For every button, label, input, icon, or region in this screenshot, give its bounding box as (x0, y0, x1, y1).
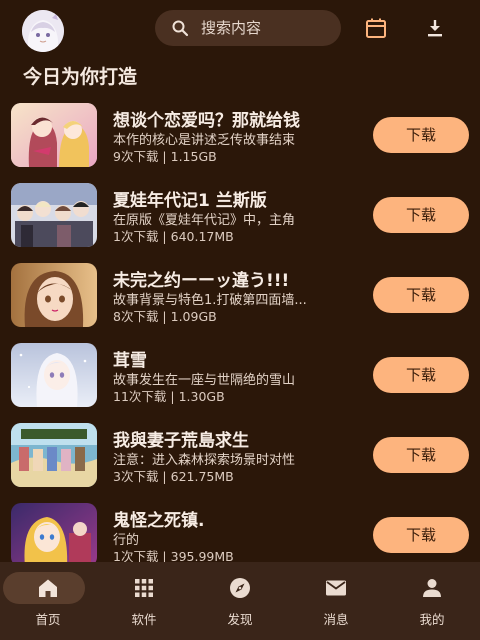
game-title[interactable]: 鬼怪之死镇. (113, 506, 365, 531)
list-item[interactable]: 夏娃年代记1 兰斯版 在原版《夏娃年代记》中，主角 1次下载 | 640.17M… (0, 176, 480, 256)
game-meta: 11次下载 | 1.30GB (113, 389, 225, 404)
nav-item-messages[interactable]: 消息 (288, 562, 384, 640)
grid-icon (96, 576, 192, 600)
download-icon[interactable] (423, 16, 447, 40)
nav-label: 我的 (419, 612, 445, 627)
nav-item-profile[interactable]: 我的 (384, 562, 480, 640)
calendar-icon[interactable] (364, 16, 388, 40)
download-button[interactable]: 下载 (373, 517, 469, 553)
nav-label: 软件 (131, 612, 157, 627)
nav-item-home[interactable]: 首页 (0, 562, 96, 640)
list-item[interactable]: 想谈个恋爱吗？那就给钱 本作的核心是讲述乏传故事结束 9次下载 | 1.15GB… (0, 96, 480, 176)
person-icon (384, 576, 480, 600)
avatar[interactable] (22, 10, 64, 52)
game-title[interactable]: 茸雪 (113, 346, 365, 371)
nav-label: 发现 (227, 612, 253, 627)
download-button[interactable]: 下载 (373, 117, 469, 153)
section-title: 今日为你打造 (23, 66, 138, 88)
game-cover-image[interactable] (11, 263, 97, 327)
mail-icon (288, 576, 384, 600)
top-bar (0, 0, 480, 56)
download-button[interactable]: 下载 (373, 197, 469, 233)
bottom-navigation: 首页 软件 发现 消息 我的 (0, 562, 480, 640)
game-meta: 8次下载 | 1.09GB (113, 309, 217, 324)
game-title[interactable]: 未完之约ーーッ違う!!! (113, 266, 365, 291)
game-meta: 3次下载 | 621.75MB (113, 469, 234, 484)
game-cover-image[interactable] (11, 503, 97, 567)
nav-label: 首页 (35, 612, 61, 627)
nav-item-discover[interactable]: 发现 (192, 562, 288, 640)
app-screen: 今日为你打造 想谈个恋爱吗？那就给钱 本作的核心是讲述乏传故事 (0, 0, 480, 640)
home-icon (0, 576, 96, 600)
search-icon (171, 19, 189, 37)
game-cover-image[interactable] (11, 103, 97, 167)
download-button[interactable]: 下载 (373, 357, 469, 393)
list-item[interactable]: 未完之约ーーッ違う!!! 故事背景与特色1.打破第四面墙... 8次下载 | 1… (0, 256, 480, 336)
download-button[interactable]: 下载 (373, 437, 469, 473)
compass-icon (192, 576, 288, 600)
game-cover-image[interactable] (11, 343, 97, 407)
download-button[interactable]: 下载 (373, 277, 469, 313)
nav-label: 消息 (323, 612, 349, 627)
nav-item-software[interactable]: 软件 (96, 562, 192, 640)
search-bar[interactable] (155, 10, 341, 46)
search-input[interactable] (201, 19, 321, 37)
game-meta: 1次下载 | 640.17MB (113, 229, 234, 244)
game-cover-image[interactable] (11, 183, 97, 247)
game-cover-image[interactable] (11, 423, 97, 487)
list-item[interactable]: 我與妻子荒島求生 注意：进入森林探索场景时对性 3次下载 | 621.75MB … (0, 416, 480, 496)
game-meta: 9次下载 | 1.15GB (113, 149, 217, 164)
game-title[interactable]: 想谈个恋爱吗？那就给钱 (113, 106, 365, 131)
game-title[interactable]: 我與妻子荒島求生 (113, 426, 365, 451)
list-item[interactable]: 茸雪 故事发生在一座与世隔绝的雪山 11次下载 | 1.30GB 下载 (0, 336, 480, 416)
game-title[interactable]: 夏娃年代记1 兰斯版 (113, 186, 365, 211)
